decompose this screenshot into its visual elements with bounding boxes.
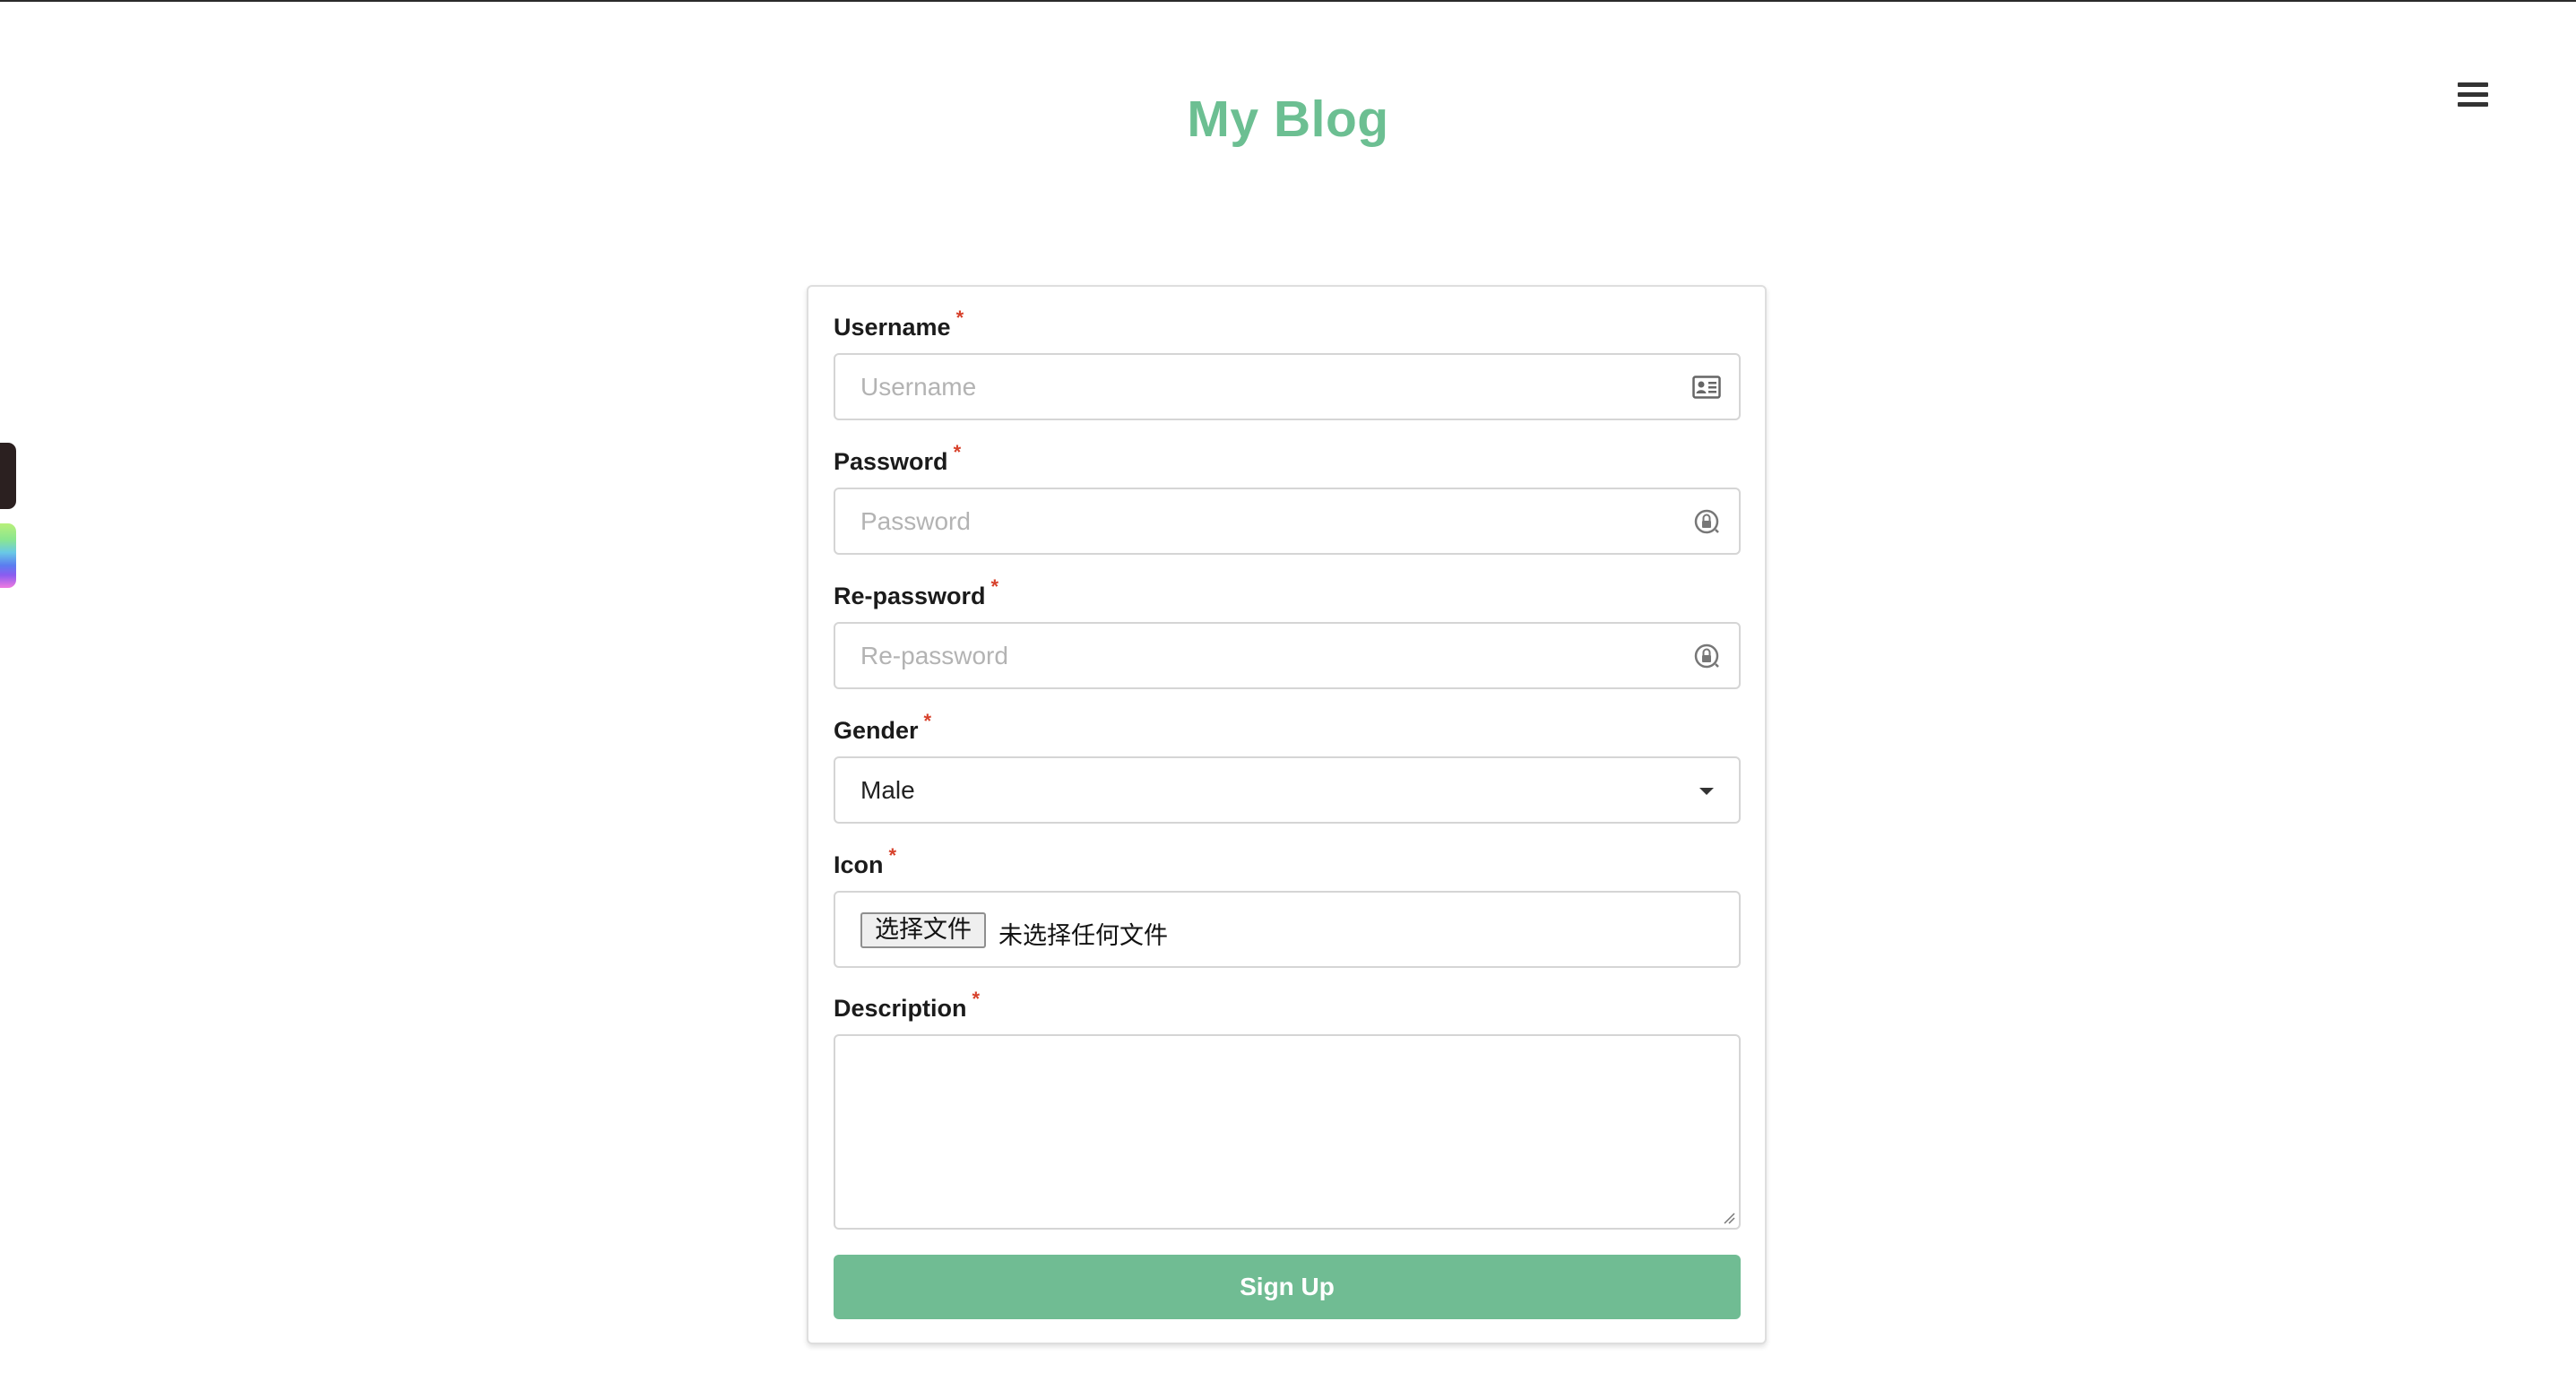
resize-grip-icon[interactable] bbox=[1723, 1212, 1735, 1224]
password-label: Password * bbox=[834, 441, 962, 475]
choose-file-button[interactable]: 选择文件 bbox=[860, 912, 986, 948]
password-input[interactable] bbox=[835, 489, 1739, 553]
id-card-icon bbox=[1692, 376, 1721, 399]
repassword-field-wrapper bbox=[834, 622, 1741, 689]
signup-form: Username* Password* Re-password* bbox=[807, 285, 1767, 1344]
icon-file-input: 选择文件 未选择任何文件 bbox=[834, 891, 1741, 968]
description-textarea[interactable] bbox=[835, 1036, 1739, 1228]
repassword-input[interactable] bbox=[835, 624, 1739, 687]
sign-up-button[interactable]: Sign Up bbox=[834, 1255, 1741, 1319]
required-marker: * bbox=[888, 844, 897, 867]
description-field-wrapper bbox=[834, 1034, 1741, 1230]
side-toolbar-color-tab[interactable] bbox=[0, 523, 16, 588]
username-input[interactable] bbox=[835, 355, 1739, 419]
file-status-text: 未选择任何文件 bbox=[998, 922, 1168, 950]
caret-down-icon bbox=[1699, 788, 1714, 795]
username-field-wrapper bbox=[834, 353, 1741, 420]
username-label: Username * bbox=[834, 307, 964, 341]
icon-label: Icon * bbox=[834, 844, 897, 878]
repassword-label: Re-password * bbox=[834, 575, 999, 609]
side-toolbar-dark-tab[interactable] bbox=[0, 443, 16, 509]
required-marker: * bbox=[923, 710, 932, 732]
required-marker: * bbox=[990, 575, 999, 598]
required-marker: * bbox=[972, 988, 981, 1010]
page-title: My Blog bbox=[1187, 91, 1389, 148]
required-marker: * bbox=[953, 441, 962, 463]
description-label: Description * bbox=[834, 988, 981, 1022]
password-field-wrapper bbox=[834, 488, 1741, 555]
gender-select[interactable]: Male bbox=[834, 756, 1741, 824]
gender-selected-value: Male bbox=[860, 776, 915, 804]
top-border bbox=[0, 0, 2576, 2]
lock-icon bbox=[1694, 509, 1719, 534]
lock-icon bbox=[1694, 643, 1719, 669]
gender-label: Gender * bbox=[834, 710, 932, 744]
required-marker: * bbox=[955, 307, 964, 329]
